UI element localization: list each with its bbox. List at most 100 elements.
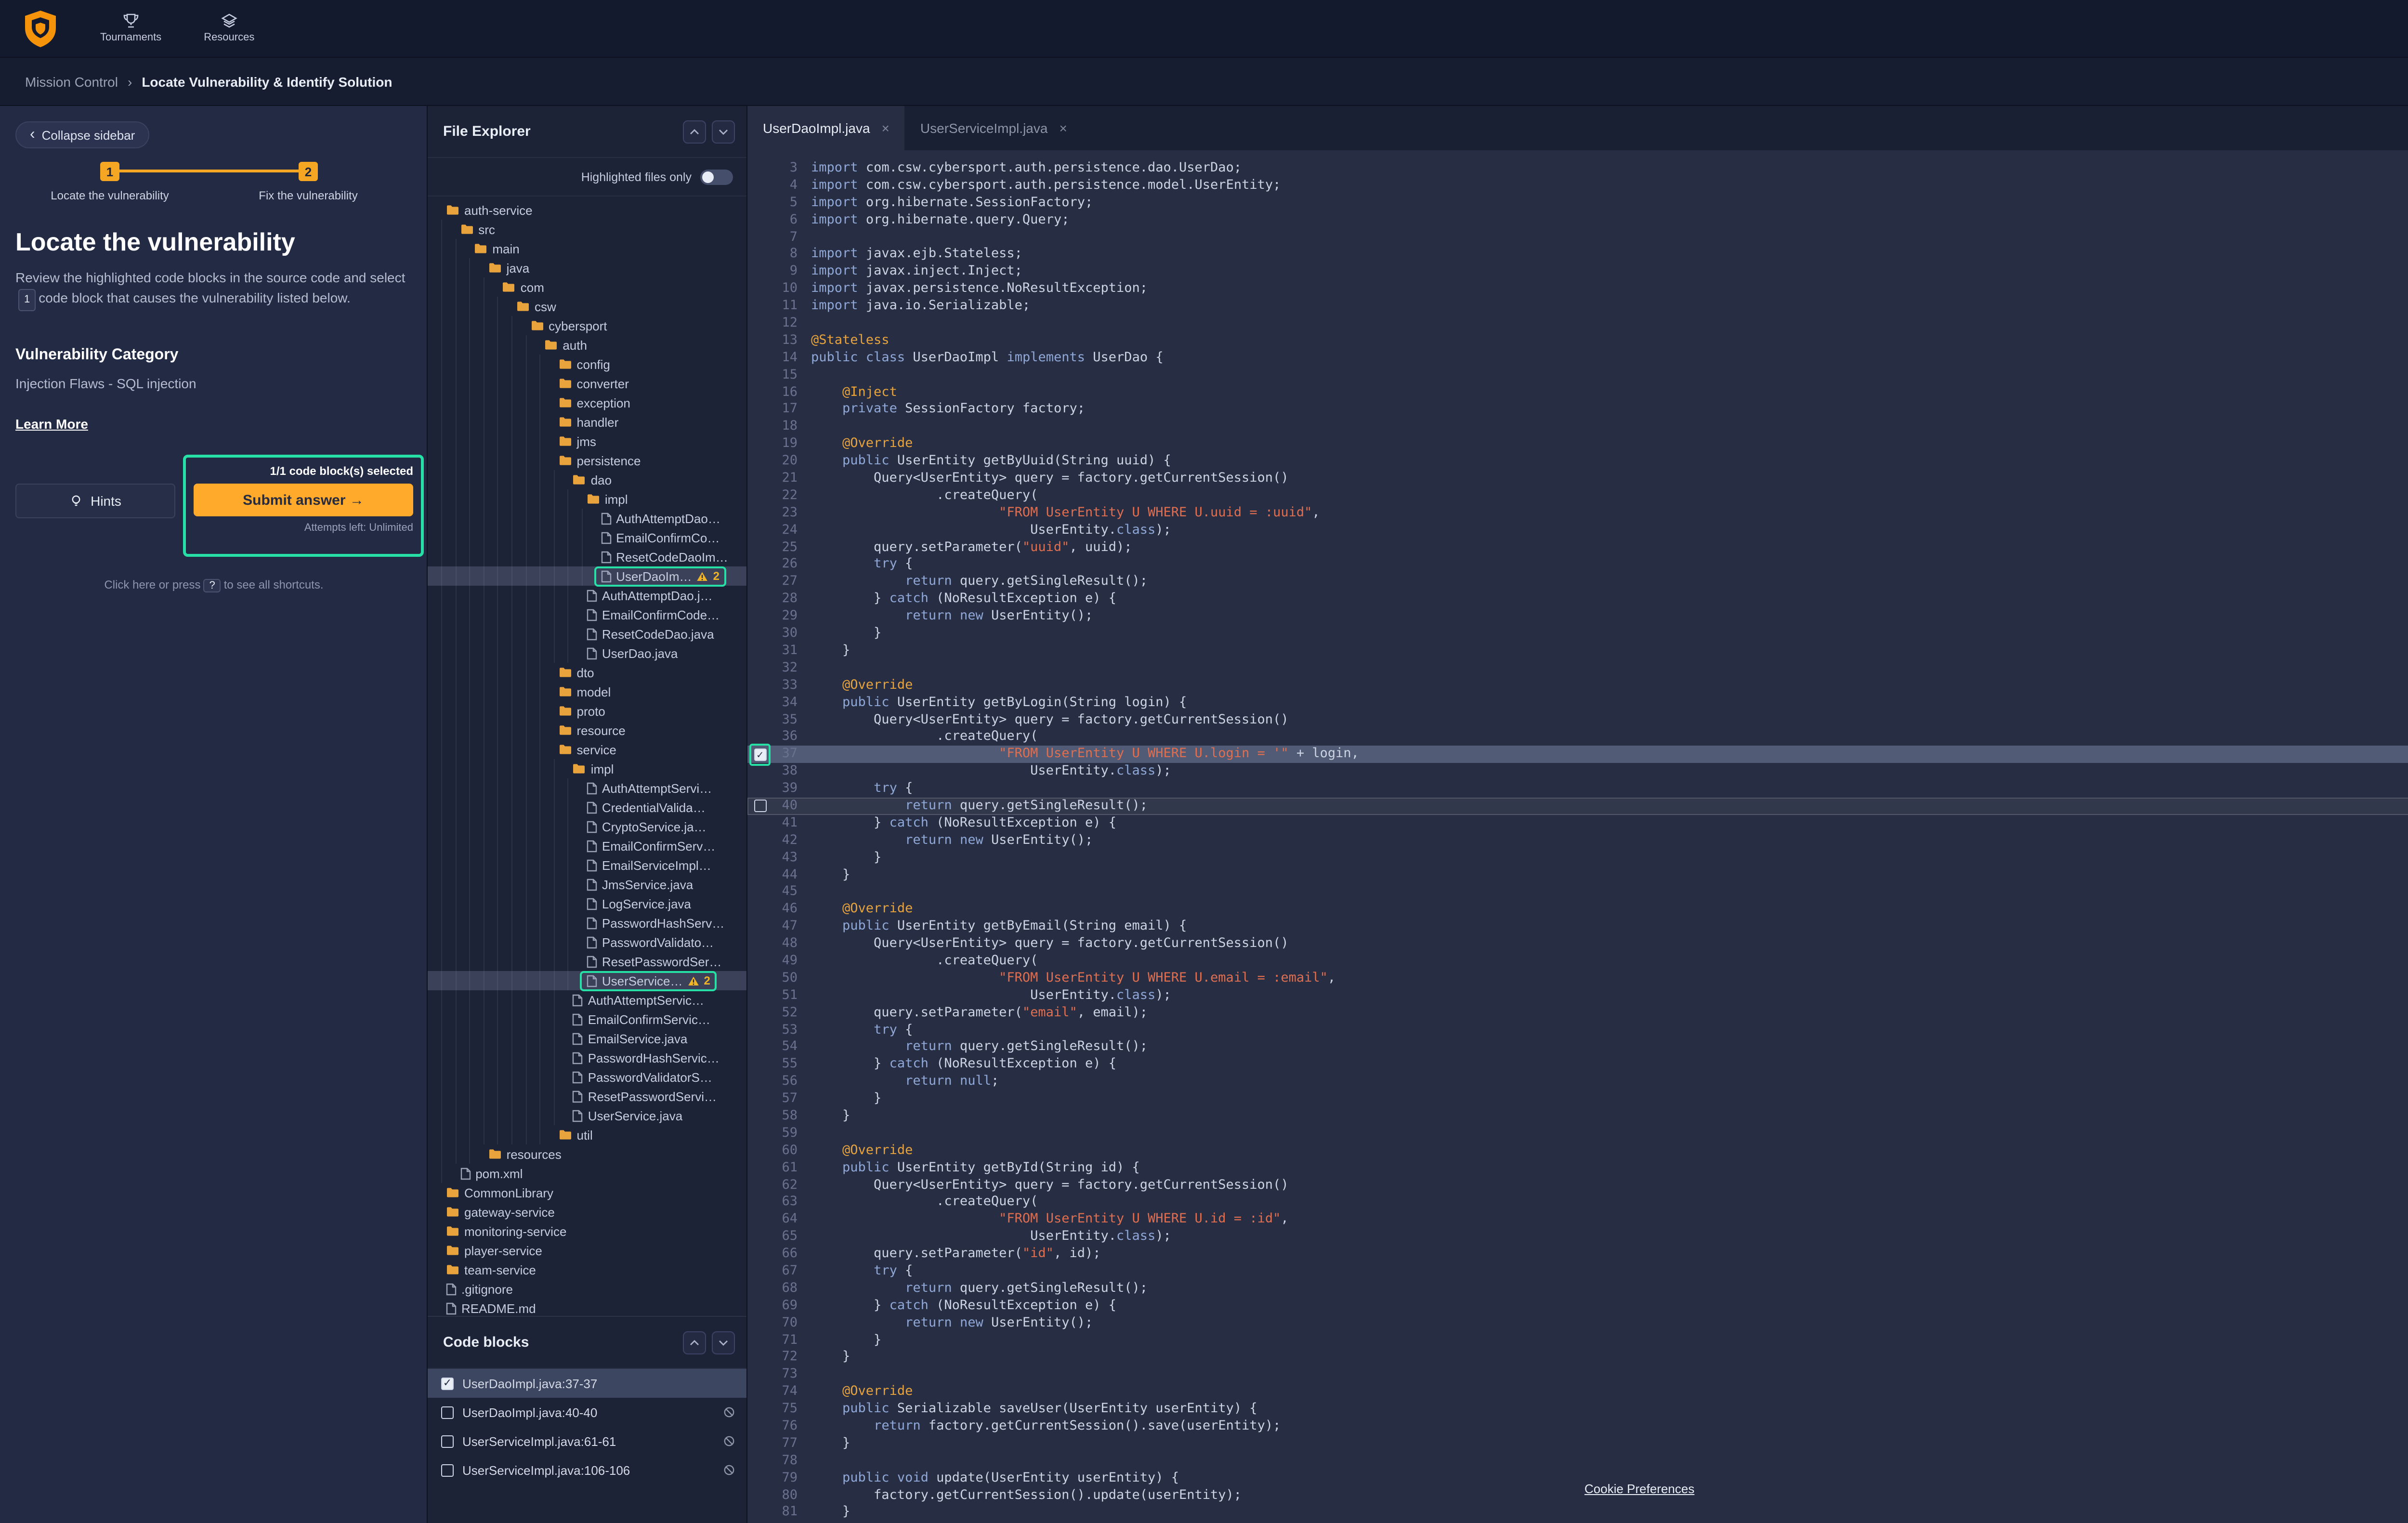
code-line-49: 49 .createQuery( xyxy=(747,953,2408,970)
code-block-checkbox[interactable] xyxy=(441,1464,454,1476)
code-block-checkbox[interactable] xyxy=(441,1406,454,1418)
code-block-checkbox[interactable]: ✓ xyxy=(441,1377,454,1390)
tree-item-PasswordHashServic[interactable]: PasswordHashServic… xyxy=(428,1048,746,1067)
tree-item-auth[interactable]: auth xyxy=(428,335,746,354)
line-checkbox[interactable]: ✓ xyxy=(754,748,766,761)
tree-item-EmailConfirmCode[interactable]: EmailConfirmCode… xyxy=(428,605,746,624)
tree-item-content: JmsService.java xyxy=(582,876,698,893)
code-block-item[interactable]: UserServiceImpl.java:61-61 xyxy=(428,1427,746,1456)
line-number: 45 xyxy=(772,884,798,901)
tree-item-EmailConfirmServ[interactable]: EmailConfirmServ… xyxy=(428,836,746,855)
line-number: 69 xyxy=(772,1298,798,1315)
tree-item-dto[interactable]: dto xyxy=(428,663,746,682)
code-text: @Inject xyxy=(811,384,897,401)
tree-item-EmailConfirmCo[interactable]: EmailConfirmCo… xyxy=(428,528,746,547)
tree-item-ResetCodeDaoIm[interactable]: ResetCodeDaoIm… xyxy=(428,547,746,566)
tree-item-resource[interactable]: resource xyxy=(428,721,746,740)
tree-item-impl[interactable]: impl xyxy=(428,489,746,509)
hints-button[interactable]: Hints xyxy=(15,484,175,518)
tree-item-gateway-service[interactable]: gateway-service xyxy=(428,1202,746,1221)
code-line-37[interactable]: ✓37 "FROM UserEntity U WHERE U.login = '… xyxy=(747,746,2408,763)
chevron-up-icon[interactable] xyxy=(683,1331,706,1354)
tree-item-ResetPasswordSer[interactable]: ResetPasswordSer… xyxy=(428,952,746,971)
highlighted-files-toggle[interactable] xyxy=(700,169,733,184)
tree-item-dao[interactable]: dao xyxy=(428,470,746,489)
code-text: return null; xyxy=(811,1073,999,1090)
tree-item-src[interactable]: src xyxy=(428,220,746,239)
tree-item-EmailServiceImpl[interactable]: EmailServiceImpl… xyxy=(428,855,746,875)
tree-item-CommonLibrary[interactable]: CommonLibrary xyxy=(428,1183,746,1202)
tree-item-converter[interactable]: converter xyxy=(428,374,746,393)
tree-item-java[interactable]: java xyxy=(428,258,746,277)
code-block-item[interactable]: ✓UserDaoImpl.java:37-37 xyxy=(428,1369,746,1398)
tree-item-README.md[interactable]: README.md xyxy=(428,1299,746,1316)
tree-item-AuthAttemptDao.j[interactable]: AuthAttemptDao.j… xyxy=(428,586,746,605)
tree-item-UserDaoIm[interactable]: UserDaoIm…2 xyxy=(428,566,746,586)
learn-more-link[interactable]: Learn More xyxy=(15,416,88,432)
shortcuts-hint[interactable]: Click here or press?to see all shortcuts… xyxy=(0,578,428,592)
tree-item-team-service[interactable]: team-service xyxy=(428,1260,746,1279)
tree-item-proto[interactable]: proto xyxy=(428,701,746,721)
code-block-item[interactable]: UserServiceImpl.java:106-106 xyxy=(428,1456,746,1484)
tree-item-AuthAttemptServic[interactable]: AuthAttemptServic… xyxy=(428,990,746,1010)
tree-item-UserDao.java[interactable]: UserDao.java xyxy=(428,643,746,663)
tree-item-csw[interactable]: csw xyxy=(428,297,746,316)
tree-item-util[interactable]: util xyxy=(428,1125,746,1144)
nav-resources[interactable]: Resources xyxy=(204,13,254,43)
line-checkbox[interactable] xyxy=(754,800,766,813)
code-block-checkbox[interactable] xyxy=(441,1435,454,1447)
tree-item-config[interactable]: config xyxy=(428,354,746,374)
tree-item-EmailService.java[interactable]: EmailService.java xyxy=(428,1029,746,1048)
tree-item-UserService[interactable]: UserService…2 xyxy=(428,971,746,990)
tree-item-cybersport[interactable]: cybersport xyxy=(428,316,746,335)
tree-item-auth-service[interactable]: auth-service xyxy=(428,200,746,220)
tree-item-AuthAttemptDao[interactable]: AuthAttemptDao… xyxy=(428,509,746,528)
tree-item-persistence[interactable]: persistence xyxy=(428,451,746,470)
code-text: "FROM UserEntity U WHERE U.id = :id", xyxy=(811,1211,1289,1229)
tree-item-PasswordValidato[interactable]: PasswordValidato… xyxy=(428,932,746,952)
tree-item-exception[interactable]: exception xyxy=(428,393,746,412)
tree-item-model[interactable]: model xyxy=(428,682,746,701)
tree-item-PasswordValidatorS[interactable]: PasswordValidatorS… xyxy=(428,1067,746,1087)
tree-item-PasswordHashServ[interactable]: PasswordHashServ… xyxy=(428,913,746,932)
tree-item-com[interactable]: com xyxy=(428,277,746,297)
tree-item-resources[interactable]: resources xyxy=(428,1144,746,1164)
tree-item-ResetPasswordServi[interactable]: ResetPasswordServi… xyxy=(428,1087,746,1106)
tree-item-LogService.java[interactable]: LogService.java xyxy=(428,894,746,913)
tree-item-JmsService.java[interactable]: JmsService.java xyxy=(428,875,746,894)
nav-tournaments[interactable]: Tournaments xyxy=(100,13,161,43)
tree-item-pom.xml[interactable]: pom.xml xyxy=(428,1164,746,1183)
code-line-40[interactable]: 40 return query.getSingleResult(); xyxy=(747,798,2408,815)
breadcrumb-parent[interactable]: Mission Control xyxy=(25,74,118,89)
tree-item-monitoring-service[interactable]: monitoring-service xyxy=(428,1221,746,1241)
app-logo[interactable] xyxy=(23,9,58,48)
tree-item-EmailConfirmServic[interactable]: EmailConfirmServic… xyxy=(428,1010,746,1029)
tree-item-jms[interactable]: jms xyxy=(428,432,746,451)
line-checkbox-37[interactable]: ✓ xyxy=(747,748,772,761)
close-icon[interactable]: × xyxy=(882,120,890,136)
code-text: UserEntity.class); xyxy=(811,763,1171,780)
cookie-preferences-link[interactable]: Cookie Preferences xyxy=(1584,1482,1694,1496)
tree-item-handler[interactable]: handler xyxy=(428,412,746,432)
tree-item-AuthAttemptServi[interactable]: AuthAttemptServi… xyxy=(428,778,746,798)
tree-item-UserService.java[interactable]: UserService.java xyxy=(428,1106,746,1125)
tree-item-CredentialValida[interactable]: CredentialValida… xyxy=(428,798,746,817)
submit-answer-button[interactable]: Submit answer → xyxy=(194,484,413,516)
tab-userdaoimpl[interactable]: UserDaoImpl.java × xyxy=(747,106,905,150)
tree-item-service[interactable]: service xyxy=(428,740,746,759)
tree-item-player-service[interactable]: player-service xyxy=(428,1241,746,1260)
tree-item-main[interactable]: main xyxy=(428,239,746,258)
close-icon[interactable]: × xyxy=(1059,120,1067,136)
tree-item-.gitignore[interactable]: .gitignore xyxy=(428,1279,746,1299)
line-checkbox-40[interactable] xyxy=(747,800,772,813)
tree-item-CryptoService.ja[interactable]: CryptoService.ja… xyxy=(428,817,746,836)
collapse-sidebar-button[interactable]: ‹ Collapse sidebar xyxy=(15,121,149,148)
collapse-all-button[interactable] xyxy=(683,120,706,143)
tree-item-label: AuthAttemptDao.j… xyxy=(602,588,713,603)
code-block-item[interactable]: UserDaoImpl.java:40-40 xyxy=(428,1398,746,1427)
chevron-down-icon[interactable] xyxy=(712,1331,735,1354)
expand-all-button[interactable] xyxy=(712,120,735,143)
tree-item-ResetCodeDao.java[interactable]: ResetCodeDao.java xyxy=(428,624,746,643)
tab-userserviceimpl[interactable]: UserServiceImpl.java × xyxy=(905,106,1083,150)
tree-item-impl[interactable]: impl xyxy=(428,759,746,778)
